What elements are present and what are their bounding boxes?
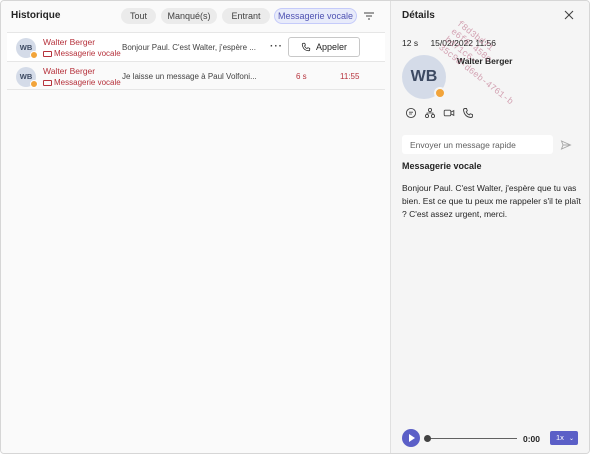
phone-icon[interactable] [462, 107, 474, 119]
history-header: Historique Tout Manqué(s) Entrant Messag… [1, 1, 390, 31]
call-duration: 6 s [296, 72, 307, 81]
calls-app-window: Historique Tout Manqué(s) Entrant Messag… [0, 0, 590, 454]
detail-datetime: 15/02/2022 11:56 [430, 38, 496, 48]
presence-away-badge [30, 51, 38, 59]
tab-all[interactable]: Tout [121, 8, 156, 24]
playback-speed-label: 1x [556, 433, 564, 442]
call-type: Messagerie vocale [43, 78, 121, 87]
call-type: Messagerie vocale [43, 49, 121, 58]
video-icon[interactable] [443, 107, 455, 119]
avatar-initials: WB [410, 68, 438, 85]
call-back-button[interactable]: Appeler [288, 37, 360, 57]
avatar: WB [16, 38, 38, 59]
seek-track[interactable] [427, 438, 517, 439]
chevron-down-icon: ⌄ [569, 436, 575, 442]
close-icon[interactable] [563, 9, 575, 21]
filter-icon[interactable] [362, 9, 376, 23]
voicemail-transcript: Bonjour Paul. C'est Walter, j'espère que… [402, 183, 581, 219]
seek-handle[interactable] [424, 435, 431, 442]
play-button[interactable] [402, 429, 420, 447]
playback-speed-dropdown[interactable]: 1x ⌄ [550, 431, 578, 445]
call-time: 11:55 [340, 72, 360, 81]
caller-name: Walter Berger [43, 37, 96, 47]
presence-away-badge [434, 87, 446, 99]
avatar-initials: WB [19, 72, 33, 81]
call-back-label: Appeler [315, 42, 348, 52]
voicemail-preview: Je laisse un message à Paul Volfoni... [122, 72, 257, 81]
org-chart-icon[interactable] [424, 107, 436, 119]
history-pane: Historique Tout Manqué(s) Entrant Messag… [1, 1, 390, 453]
tab-voicemail[interactable]: Messagerie vocale [274, 8, 357, 24]
voicemail-heading: Messagerie vocale [402, 161, 482, 171]
call-row[interactable]: WB Walter Berger Messagerie vocale Bonjo… [7, 32, 385, 61]
avatar: WB [402, 55, 446, 99]
caller-name: Walter Berger [43, 66, 96, 76]
call-type-label: Messagerie vocale [54, 78, 121, 87]
voicemail-icon [43, 79, 52, 86]
call-meta: 12 s 15/02/2022 11:56 [402, 38, 496, 48]
tab-incoming[interactable]: Entrant [222, 8, 270, 24]
voicemail-preview: Bonjour Paul. C'est Walter, j'espère ... [122, 43, 256, 52]
history-title: Historique [11, 10, 61, 21]
send-icon[interactable] [560, 139, 572, 151]
chat-icon[interactable] [405, 107, 417, 119]
audio-player: 0:00 1x ⌄ [402, 429, 582, 449]
avatar: WB [16, 67, 38, 88]
phone-icon [301, 42, 311, 52]
contact-actions [405, 107, 474, 119]
details-pane: Détails 12 s 15/02/2022 11:56 WB Walter … [390, 1, 589, 453]
contact-name: Walter Berger [457, 56, 513, 66]
tab-missed[interactable]: Manqué(s) [161, 8, 217, 24]
avatar-initials: WB [19, 43, 33, 52]
presence-away-badge [30, 80, 38, 88]
quick-message-input[interactable] [402, 135, 553, 154]
call-row[interactable]: WB Walter Berger Messagerie vocale Je la… [7, 61, 385, 90]
detail-duration: 12 s [402, 38, 419, 48]
more-options-button[interactable]: ··· [270, 41, 283, 52]
call-type-label: Messagerie vocale [54, 49, 121, 58]
details-title: Détails [402, 10, 435, 21]
playback-position: 0:00 [523, 434, 541, 444]
voicemail-icon [43, 50, 52, 57]
